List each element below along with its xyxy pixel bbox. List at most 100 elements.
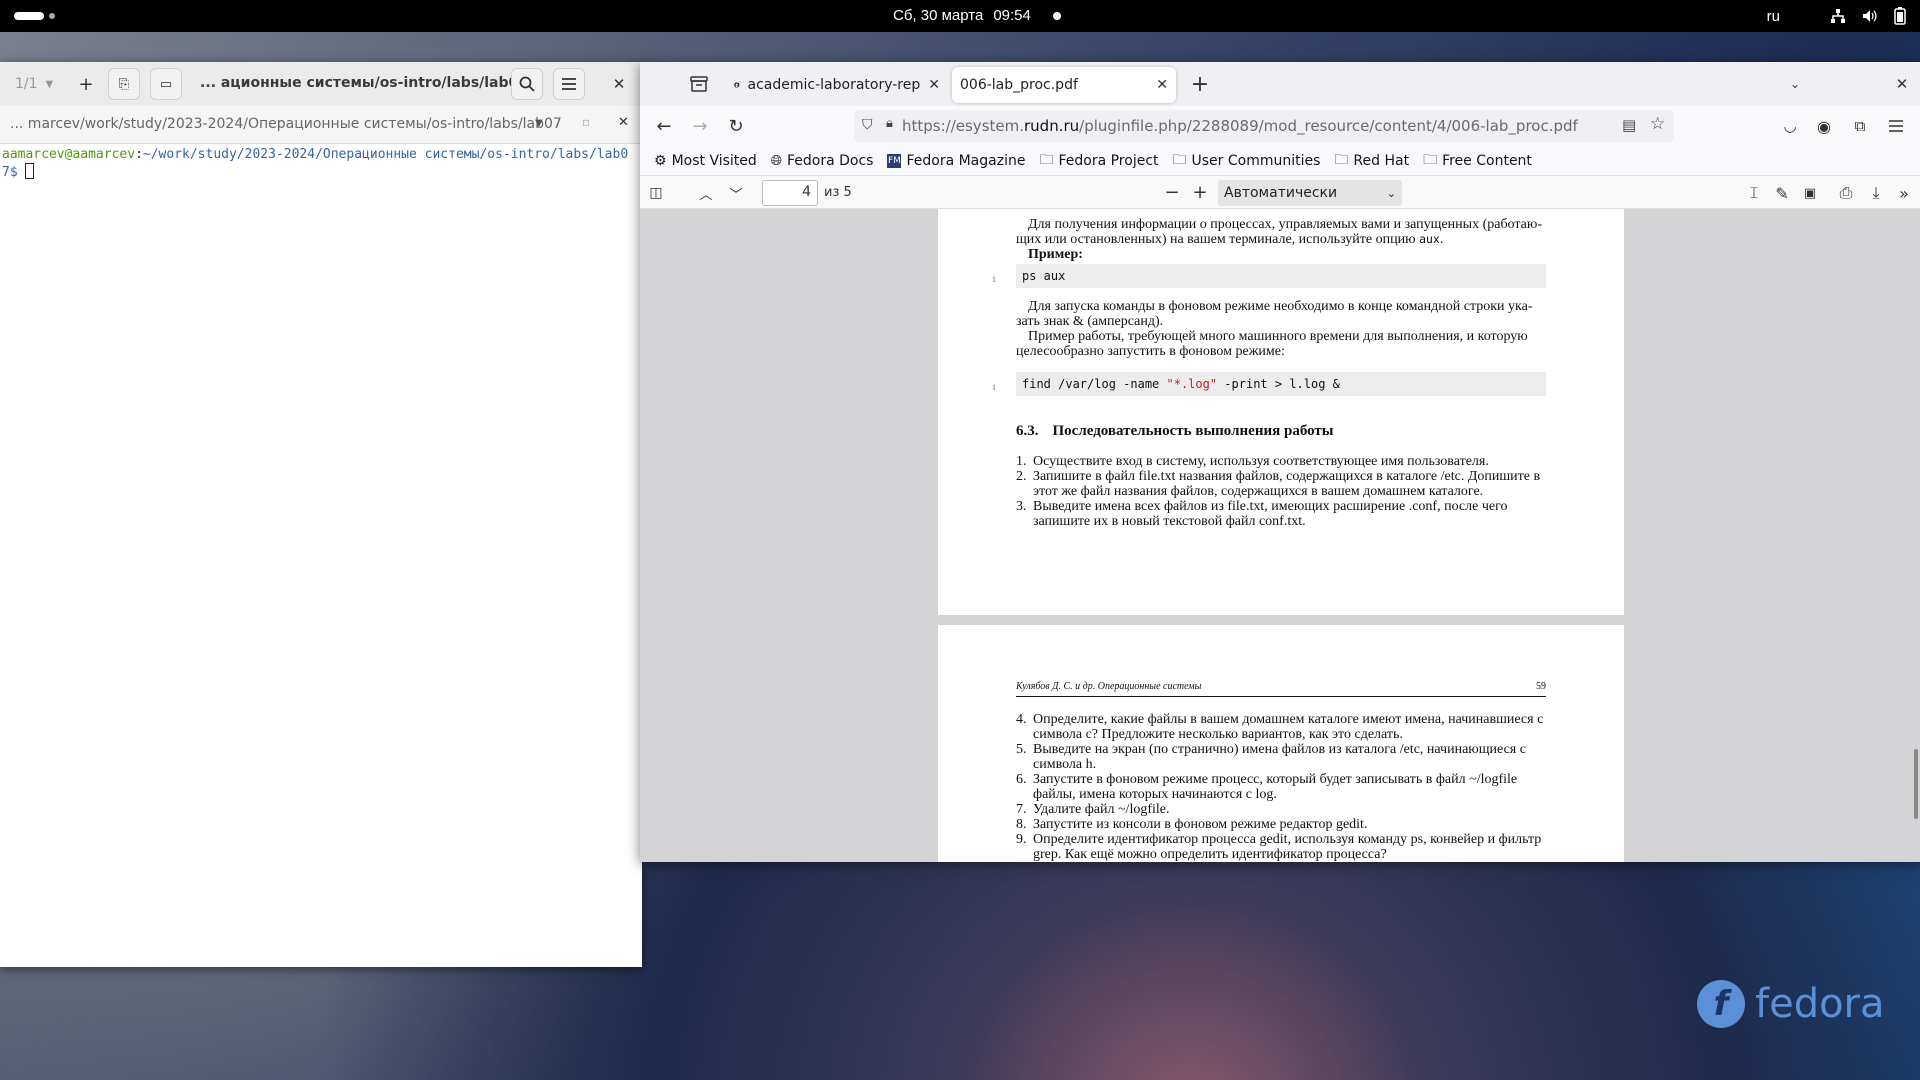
url-bar[interactable]: ⛉ 🔒︎ https://esystem.rudn.ru/pluginfile.… <box>854 110 1674 142</box>
list-all-tabs-button[interactable]: ⌄ <box>1785 74 1805 94</box>
new-tab-button[interactable]: + <box>1188 72 1212 97</box>
list-item-text: Осуществите вход в систему, используя со… <box>1033 454 1489 469</box>
zoom-in-button[interactable]: + <box>1190 181 1210 203</box>
firefox-view-button[interactable] <box>688 74 710 94</box>
list-item-text: Запишите в файл file.txt названия файлов… <box>1033 469 1541 499</box>
reload-icon: ↻ <box>728 115 744 137</box>
arrow-right-icon: → <box>692 115 708 137</box>
close-tab-icon[interactable]: ✕ <box>928 77 940 93</box>
previous-page-button[interactable]: ︿ <box>696 183 716 203</box>
back-button[interactable]: ← <box>654 116 674 137</box>
search-button[interactable] <box>511 68 543 100</box>
bookmark-fedora-docs[interactable]: 🌐︎ Fedora Docs <box>771 153 874 169</box>
system-tray[interactable]: ru <box>1767 7 1906 25</box>
list-item: 5. Выведите на экран (по странично) имена… <box>1016 742 1546 772</box>
sidebar-toggle-button[interactable]: ◫ <box>646 183 666 203</box>
close-window-button[interactable]: ✕ <box>603 68 635 100</box>
close-window-button[interactable]: ✕ <box>1892 74 1912 94</box>
bookmark-fedora-project[interactable]: 🗀 Fedora Project <box>1039 149 1158 173</box>
bookmark-red-hat[interactable]: 🗀 Red Hat <box>1334 149 1409 173</box>
bookmark-label: Free Content <box>1442 152 1532 169</box>
folder-icon: 🗀 <box>1334 151 1349 168</box>
tab-label: academic-laboratory-rep <box>747 77 921 93</box>
bookmark-free-content[interactable]: 🗀 Free Content <box>1423 149 1532 173</box>
top-bar: Сб, 30 марта 09:54 ru <box>0 0 1920 32</box>
bookmark-star-icon[interactable]: ☆ <box>1650 114 1665 134</box>
url-domain: rudn.ru <box>1024 117 1080 135</box>
scrollbar[interactable] <box>1914 749 1918 819</box>
tab-pdf[interactable]: 006-lab_proc.pdf ✕ <box>952 67 1176 103</box>
bookmark-fedora-magazine[interactable]: FM Fedora Magazine <box>887 153 1025 169</box>
close-tab-icon[interactable]: ✕ <box>618 115 629 130</box>
extensions-button[interactable]: ⧉ <box>1850 116 1870 136</box>
code-block: find /var/log -name "*.log" -print > l.l… <box>1016 372 1546 396</box>
bookmarks-toolbar: ⚙ Most Visited 🌐︎ Fedora Docs FM Fedora Mag… <box>640 146 1920 176</box>
header-page-number: 59 <box>1536 681 1546 692</box>
lock-icon[interactable]: 🔒︎ <box>886 116 893 131</box>
paragraph: целесообразно запустить в фоновом режиме… <box>1016 344 1285 359</box>
terminal-window[interactable]: 1/1 ▼ + ⎘ ▭ ... ационные системы/os-intr… <box>0 62 642 967</box>
list-item-text: Запустите в фоновом режиме процесс, кото… <box>1033 772 1518 802</box>
next-page-button[interactable]: ﹀ <box>726 183 746 203</box>
firefox-window[interactable]: academic-laboratory-rep ✕ 006-lab_proc.p… <box>640 62 1920 862</box>
terminal-tab[interactable]: ... marcev/work/study/2023-2024/Операцио… <box>0 106 642 144</box>
paragraph: щих или остановленных) на вашем терминал… <box>1016 232 1444 247</box>
chevron-down-icon[interactable]: ▼ <box>535 118 543 129</box>
app-menu-button[interactable] <box>1886 116 1906 136</box>
zoom-select[interactable]: Автоматически ⌄ <box>1218 180 1402 206</box>
zoom-out-button[interactable]: − <box>1162 182 1182 203</box>
hamburger-menu-icon <box>1889 120 1903 132</box>
tab-layout-button[interactable]: ⎘ <box>108 68 140 100</box>
terminal-output[interactable]: aamarcev@aamarcev:~/work/study/2023-2024… <box>0 144 642 181</box>
folder-icon: 🗀 <box>1423 151 1438 168</box>
pocket-button[interactable]: ◡ <box>1780 116 1800 136</box>
pdf-viewer[interactable]: Для получения информации о процессах, уп… <box>640 209 1920 862</box>
list-item: 3. Выведите имена всех файлов из file.txt… <box>1016 499 1546 529</box>
fedora-wordmark: fedora <box>1755 981 1885 1027</box>
plus-icon: + <box>1192 181 1208 203</box>
tab-overview-selector[interactable]: 1/1 ▼ <box>8 68 66 100</box>
text-tool-button[interactable]: 𝙸 <box>1744 183 1764 203</box>
download-button[interactable]: ⤓ <box>1866 183 1886 203</box>
clock[interactable]: Сб, 30 марта 09:54 <box>893 7 1061 24</box>
reload-button[interactable]: ↻ <box>726 115 746 137</box>
bookmark-user-communities[interactable]: 🗀 User Communities <box>1173 149 1321 173</box>
list-item: 4. Определите, какие файлы в вашем домашн… <box>1016 712 1546 742</box>
activities-button[interactable] <box>14 12 55 20</box>
bookmark-most-visited[interactable]: ⚙ Most Visited <box>654 153 757 169</box>
print-button[interactable]: ⎙ <box>1836 183 1856 203</box>
line-number: 1 <box>992 383 996 392</box>
page-number-input[interactable]: 4 <box>762 180 818 206</box>
forward-button[interactable]: → <box>690 115 710 137</box>
workspace-indicator <box>49 13 55 19</box>
new-tab-button[interactable]: + <box>70 68 102 100</box>
keyboard-layout-indicator[interactable]: ru <box>1767 8 1780 25</box>
pdf-toolbar: ◫ ︿ ﹀ 4 из 5 − + Автоматически ⌄ 𝙸 ✎ ▣ ⎙… <box>640 176 1920 209</box>
terminal-cursor <box>25 163 35 179</box>
url-prefix: https://esystem. <box>902 117 1024 135</box>
list-item-text: Запустите из консоли в фоновом режиме ре… <box>1033 817 1368 832</box>
list-item: 7. Удалите файл ~/logfile. <box>1016 802 1170 817</box>
maximize-tab-icon[interactable]: ▫ <box>582 115 590 129</box>
chevron-down-icon: ⌄ <box>1386 186 1396 200</box>
tools-menu-button[interactable]: » <box>1894 183 1914 203</box>
bookmark-label: Fedora Magazine <box>906 152 1026 169</box>
paragraph: Для запуска команды в фоновом режиме нео… <box>1028 299 1533 314</box>
fedora-logo: f fedora <box>1697 980 1885 1028</box>
reader-view-icon[interactable]: ▤ <box>1622 116 1636 134</box>
pocket-icon: ◡ <box>1783 117 1797 135</box>
gear-icon: ⚙ <box>654 152 667 169</box>
navigation-bar: ← → ↻ ⛉ 🔒︎ https://esystem.rudn.ru/plugi… <box>640 106 1920 146</box>
menu-button[interactable] <box>553 68 585 100</box>
shield-icon[interactable]: ⛉ <box>862 117 873 133</box>
split-button[interactable]: ▭ <box>150 68 182 100</box>
text-cursor-icon: 𝙸 <box>1748 183 1760 202</box>
tab-github[interactable]: academic-laboratory-rep ✕ <box>726 67 948 103</box>
image-tool-button[interactable]: ▣ <box>1800 183 1820 203</box>
close-tab-icon[interactable]: ✕ <box>1156 77 1168 93</box>
example-label: Пример: <box>1028 247 1083 262</box>
account-button[interactable]: ◉ <box>1814 116 1834 136</box>
draw-tool-button[interactable]: ✎ <box>1772 183 1792 203</box>
url-path: /pluginfile.php/2288089/mod_resource/con… <box>1079 117 1578 135</box>
url-text: https://esystem.rudn.ru/pluginfile.php/2… <box>902 117 1578 135</box>
